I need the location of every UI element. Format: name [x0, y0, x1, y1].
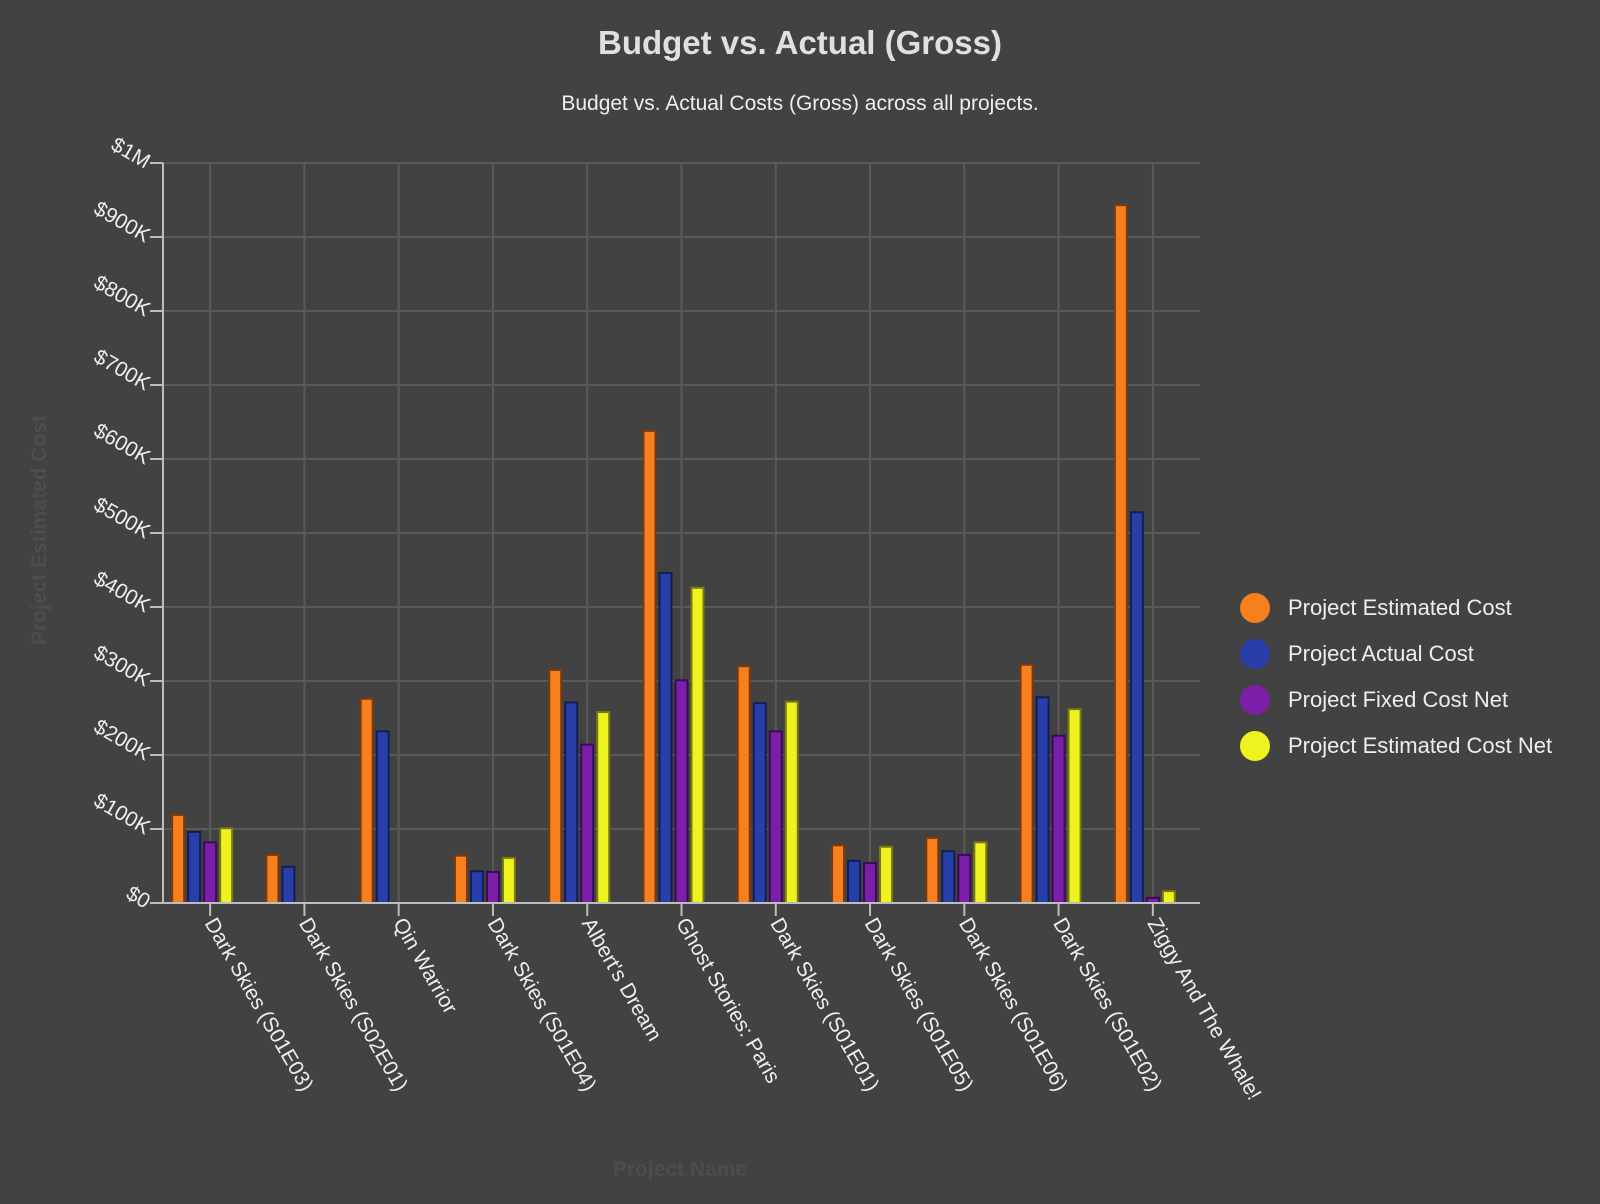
x-tick-label: Dark Skies (S01E06) — [954, 914, 1072, 1095]
bar-project-fixed-cost-net[interactable] — [768, 730, 783, 904]
bar-project-estimated-cost[interactable] — [359, 697, 374, 905]
legend-dot-icon — [1240, 685, 1270, 715]
y-tick-label: $1M — [107, 133, 154, 173]
x-tick-labels: Dark Skies (S01E03)Dark Skies (S02E01)Qi… — [200, 914, 1266, 1104]
bar-project-fixed-cost-net[interactable] — [203, 841, 218, 905]
x-tick-label: Ghost Stories: Paris — [671, 914, 784, 1087]
legend-dot-icon — [1240, 639, 1270, 669]
legend-label: Project Actual Cost — [1288, 641, 1474, 666]
y-tick-label: $800K — [90, 271, 154, 321]
y-tick-label: $600K — [90, 419, 154, 469]
bar-project-actual-cost[interactable] — [1129, 511, 1144, 905]
bar-project-actual-cost[interactable] — [658, 571, 673, 905]
bar-project-estimated-cost[interactable] — [453, 854, 468, 905]
x-tick-label: Dark Skies (S02E01) — [294, 914, 412, 1095]
x-tick-label: Dark Skies (S01E01) — [765, 914, 883, 1095]
bar-project-estimated-cost-net[interactable] — [784, 700, 799, 904]
legend-dot-icon — [1240, 731, 1270, 761]
bar-project-fixed-cost-net[interactable] — [1051, 734, 1066, 905]
bar-project-estimated-cost[interactable] — [925, 836, 940, 905]
legend-label: Project Estimated Cost — [1288, 595, 1512, 620]
legend-dot-icon — [1240, 593, 1270, 623]
legend-item[interactable]: Project Actual Cost — [1240, 631, 1552, 677]
bar-project-estimated-cost-net[interactable] — [1161, 890, 1176, 904]
bar-project-estimated-cost-net[interactable] — [1067, 708, 1082, 904]
x-tick-label: Dark Skies (S01E04) — [483, 914, 601, 1095]
y-axis-label: Project Estimated Cost — [28, 415, 51, 645]
y-tick-label: $700K — [90, 345, 154, 395]
bar-project-estimated-cost-net[interactable] — [690, 586, 705, 904]
bar-project-actual-cost[interactable] — [847, 859, 862, 905]
bar-project-actual-cost[interactable] — [469, 870, 484, 904]
bar-project-actual-cost[interactable] — [564, 701, 579, 905]
bar-project-estimated-cost[interactable] — [736, 665, 751, 905]
legend: Project Estimated Cost Project Actual Cos… — [1240, 585, 1552, 769]
bar-project-actual-cost[interactable] — [752, 702, 767, 905]
bar-project-actual-cost[interactable] — [187, 830, 202, 905]
bar-project-estimated-cost[interactable] — [642, 429, 657, 904]
bar-project-actual-cost[interactable] — [1035, 696, 1050, 905]
bar-project-estimated-cost-net[interactable] — [973, 841, 988, 905]
bar-project-actual-cost[interactable] — [375, 730, 390, 904]
bar-project-estimated-cost[interactable] — [265, 853, 280, 905]
bar-project-fixed-cost-net[interactable] — [485, 870, 500, 904]
bar-project-estimated-cost[interactable] — [1019, 663, 1034, 904]
y-tick-label: $100K — [90, 789, 154, 839]
x-tick-label: Dark Skies (S01E03) — [200, 914, 318, 1095]
bar-project-actual-cost[interactable] — [281, 865, 296, 904]
x-tick-label: Qin Warrior — [388, 914, 461, 1018]
bar-project-estimated-cost[interactable] — [171, 813, 186, 904]
bar-project-estimated-cost-net[interactable] — [596, 711, 611, 905]
bar-project-estimated-cost-net[interactable] — [879, 845, 894, 905]
bars — [171, 204, 1176, 905]
x-tick-label: Albert's Dream — [577, 914, 666, 1045]
bar-project-estimated-cost[interactable] — [1113, 204, 1128, 904]
x-tick-label: Dark Skies (S01E02) — [1048, 914, 1166, 1095]
y-tick-label: $500K — [90, 493, 154, 543]
y-tick-label: $400K — [90, 567, 154, 617]
legend-item[interactable]: Project Estimated Cost — [1240, 585, 1552, 631]
bar-project-estimated-cost-net[interactable] — [219, 827, 234, 905]
bar-project-fixed-cost-net[interactable] — [580, 743, 595, 905]
bar-project-estimated-cost[interactable] — [831, 844, 846, 905]
y-tick-label: $900K — [90, 197, 154, 247]
y-tick-label: $200K — [90, 715, 154, 765]
legend-item[interactable]: Project Fixed Cost Net — [1240, 677, 1552, 723]
y-tick-label: $0 — [122, 882, 154, 914]
y-tick-labels: $0 $100K $200K $300K $400K $500K $600K $700K $80… — [90, 133, 154, 913]
bar-project-estimated-cost-net[interactable] — [501, 856, 516, 904]
bar-project-estimated-cost[interactable] — [548, 668, 563, 905]
y-tick-label: $300K — [90, 641, 154, 691]
bar-project-fixed-cost-net[interactable] — [863, 862, 878, 904]
bar-project-fixed-cost-net[interactable] — [957, 853, 972, 905]
legend-label: Project Estimated Cost Net — [1288, 733, 1553, 758]
x-tick-label: Dark Skies (S01E05) — [860, 914, 978, 1095]
legend-label: Project Fixed Cost Net — [1288, 687, 1509, 712]
bar-project-actual-cost[interactable] — [941, 850, 956, 905]
bar-project-fixed-cost-net[interactable] — [674, 679, 689, 905]
x-axis-label: Project Name — [613, 1158, 747, 1181]
legend-item[interactable]: Project Estimated Cost Net — [1240, 723, 1552, 769]
